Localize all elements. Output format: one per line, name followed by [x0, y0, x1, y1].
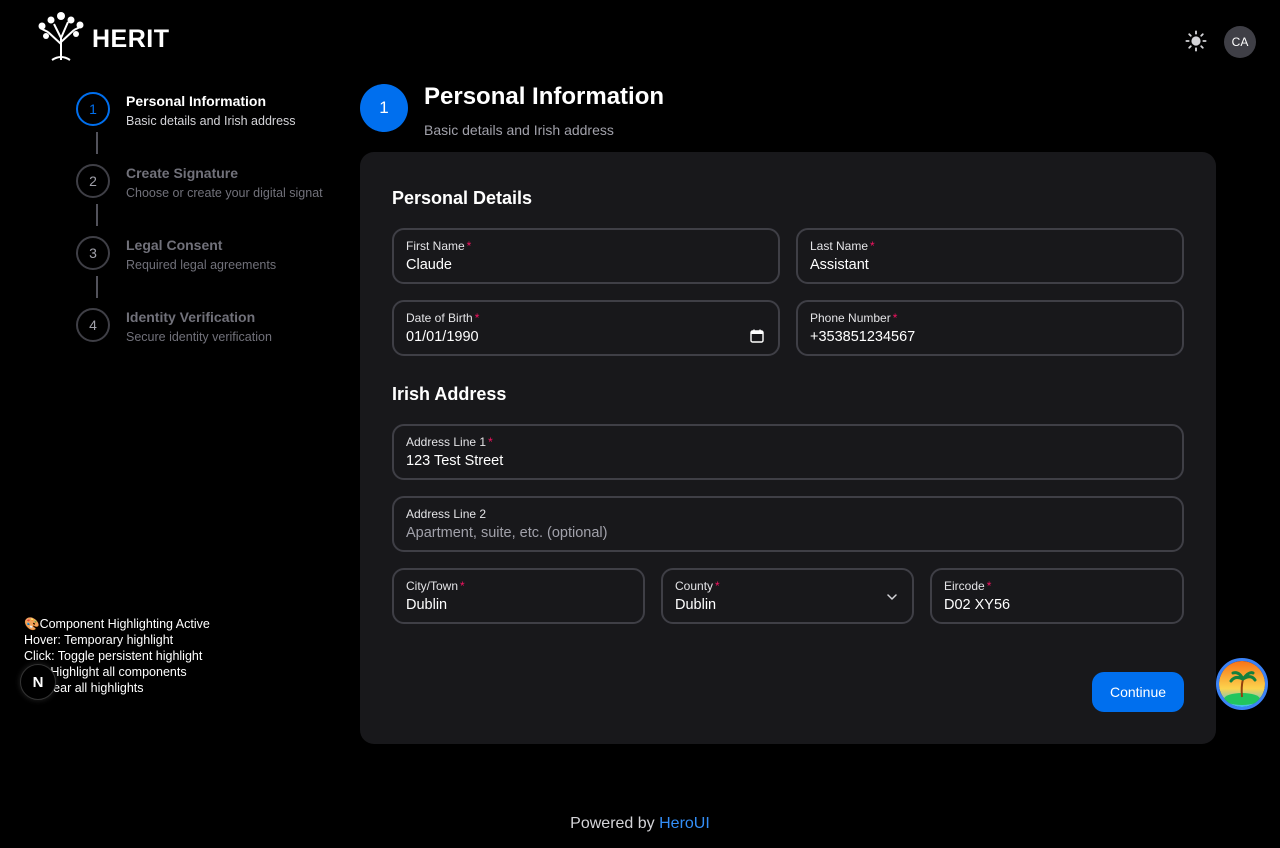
eircode-field[interactable]: Eircode * D02 XY56	[930, 568, 1184, 624]
step-personal-information[interactable]: 1 Personal Information Basic details and…	[76, 92, 336, 164]
current-step-badge: 1	[360, 84, 408, 132]
step-description: Basic details and Irish address	[126, 114, 296, 128]
step-number: 4	[76, 308, 110, 342]
date-of-birth-field[interactable]: Date of Birth * 01/01/1990	[392, 300, 780, 356]
address-line-2-field[interactable]: Address Line 2 Apartment, suite, etc. (o…	[392, 496, 1184, 552]
step-title: Identity Verification	[126, 309, 256, 325]
herit-logo[interactable]: HERIT	[34, 8, 170, 62]
step-title: Create Signature	[126, 165, 239, 181]
step-title: Personal Information	[126, 93, 267, 109]
city-town-input[interactable]: Dublin	[406, 596, 631, 614]
field-label: Eircode	[944, 579, 985, 593]
required-mark: *	[870, 239, 875, 253]
field-label: County	[675, 579, 714, 593]
field-label: First Name	[406, 239, 465, 253]
required-mark: *	[892, 311, 898, 325]
page-subtitle: Basic details and Irish address	[424, 122, 614, 138]
continue-button[interactable]: Continue	[1092, 672, 1184, 712]
form-card: Personal Details First Name * Claude Last…	[360, 152, 1216, 744]
debug-line: Click: Toggle persistent highlight	[24, 649, 203, 663]
step-number: 2	[76, 164, 110, 198]
step-connector	[96, 132, 98, 154]
required-mark: *	[466, 239, 472, 253]
personal-details-heading: Personal Details	[392, 188, 533, 208]
field-label: Date of Birth	[406, 311, 473, 325]
county-selected-value: Dublin	[675, 597, 717, 613]
debug-line: 🎨Component Highlighting Active	[24, 617, 210, 631]
last-name-input[interactable]: Assistant	[810, 256, 1170, 274]
step-connector	[96, 276, 98, 298]
sun-icon	[1185, 30, 1207, 52]
required-mark: *	[715, 579, 720, 593]
phone-number-input[interactable]: +353851234567	[810, 328, 1170, 346]
step-number: 3	[76, 236, 110, 270]
theme-toggle-button[interactable]	[1184, 29, 1208, 53]
required-mark: *	[460, 579, 465, 593]
eircode-input[interactable]: D02 XY56	[944, 596, 1170, 614]
address-line-2-input[interactable]: Apartment, suite, etc. (optional)	[406, 524, 1170, 542]
address-line-1-field[interactable]: Address Line 1 * 123 Test Street	[392, 424, 1184, 480]
floating-assistant-button[interactable]	[1216, 658, 1268, 710]
nextjs-devtools-button[interactable]: N	[20, 664, 56, 700]
brand-name: HERIT	[92, 24, 170, 53]
calendar-icon[interactable]	[750, 329, 764, 348]
last-name-field[interactable]: Last Name * Assistant	[796, 228, 1184, 284]
step-description: Choose or create your digital signat	[126, 186, 323, 200]
step-create-signature[interactable]: 2 Create Signature Choose or create your…	[76, 164, 336, 236]
county-select[interactable]: County * Dublin	[661, 568, 914, 624]
city-town-field[interactable]: City/Town * Dublin	[392, 568, 645, 624]
heroui-link[interactable]: HeroUI	[659, 815, 710, 832]
required-mark: *	[488, 435, 493, 449]
step-identity-verification[interactable]: 4 Identity Verification Secure identity …	[76, 308, 336, 380]
footer-prefix: Powered by	[570, 815, 655, 832]
island-icon	[1219, 661, 1265, 707]
field-label: Address Line 2	[406, 507, 487, 521]
chevron-down-icon	[886, 590, 898, 608]
field-label: Last Name	[810, 239, 869, 253]
debug-line: Hover: Temporary highlight	[24, 633, 174, 647]
field-label: Phone Number	[810, 311, 891, 325]
step-number: 1	[76, 92, 110, 126]
date-of-birth-input[interactable]: 01/01/1990	[406, 328, 766, 346]
user-avatar[interactable]: CA	[1224, 26, 1256, 58]
step-connector	[96, 204, 98, 226]
step-title: Legal Consent	[126, 237, 223, 253]
phone-number-field[interactable]: Phone Number * +353851234567	[796, 300, 1184, 356]
page-title: Personal Information	[424, 83, 665, 110]
address-line-1-input[interactable]: 123 Test Street	[406, 452, 1170, 470]
progress-stepper: 1 Personal Information Basic details and…	[76, 92, 336, 380]
footer: Powered by HeroUI	[0, 815, 1280, 833]
tree-logo-icon	[38, 12, 84, 61]
required-mark: *	[474, 311, 480, 325]
page-header: 1 Personal Information Basic details and…	[360, 84, 664, 138]
field-label: City/Town	[406, 579, 459, 593]
first-name-field[interactable]: First Name * Claude	[392, 228, 780, 284]
step-legal-consent[interactable]: 3 Legal Consent Required legal agreement…	[76, 236, 336, 308]
first-name-input[interactable]: Claude	[406, 256, 766, 274]
field-label: Address Line 1	[406, 435, 487, 449]
step-description: Required legal agreements	[126, 258, 277, 272]
required-mark: *	[986, 579, 992, 593]
irish-address-heading: Irish Address	[392, 384, 507, 404]
step-description: Secure identity verification	[126, 330, 272, 344]
